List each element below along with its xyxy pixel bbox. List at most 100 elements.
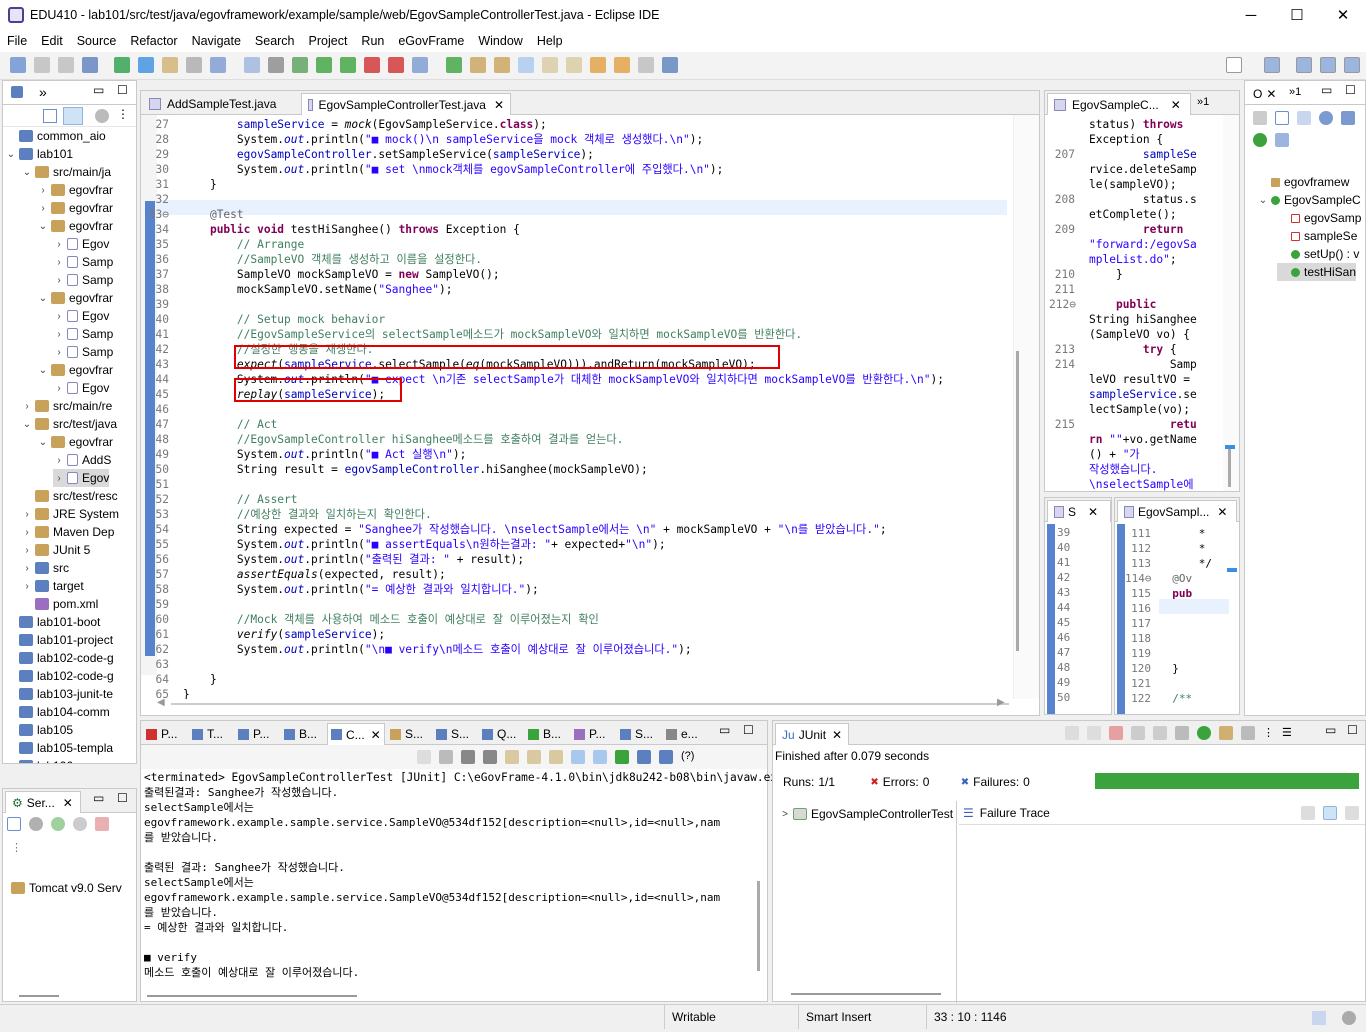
outline-item[interactable]: egovframew: [1257, 173, 1349, 191]
tree-item[interactable]: ⌄ egovfrar: [37, 361, 113, 379]
expand-toggle-icon[interactable]: ›: [53, 275, 65, 286]
outline-item[interactable]: ⌄ EgovSampleC: [1257, 191, 1361, 209]
tree-item[interactable]: › src: [21, 559, 69, 577]
maximize-view-icon[interactable]: ☐: [743, 723, 754, 737]
expand-toggle-icon[interactable]: ›: [21, 509, 33, 520]
console-hscroll[interactable]: [147, 995, 357, 997]
small-code-area-2[interactable]: 111 * 112 * 113 */ 114⊖ @Ov 115 pub 116 117 118…: [1115, 524, 1227, 714]
pin-console-icon[interactable]: [615, 750, 629, 764]
menu-run[interactable]: Run: [354, 34, 391, 48]
console-tab[interactable]: S...: [617, 723, 661, 745]
open-task-icon[interactable]: [210, 57, 226, 73]
new-package-icon[interactable]: [412, 57, 428, 73]
close-icon[interactable]: ✕: [371, 728, 381, 742]
new-icon[interactable]: [10, 57, 26, 73]
expand-toggle-icon[interactable]: ›: [53, 311, 65, 322]
scroll-lock-icon[interactable]: [527, 750, 541, 764]
tab-egov-sample-controller-test[interactable]: EgovSampleControllerTest.java ✕: [301, 93, 511, 115]
filter-stack-icon[interactable]: [1323, 805, 1337, 820]
scroll-thumb[interactable]: [1016, 351, 1019, 651]
server-item[interactable]: Tomcat v9.0 Serv: [9, 879, 122, 897]
open-perspective-icon[interactable]: [1264, 57, 1280, 73]
perspective-egov-icon[interactable]: [1320, 57, 1336, 73]
layout-icon[interactable]: ☰: [1282, 726, 1292, 740]
run-gradle-icon[interactable]: [114, 57, 130, 73]
tree-item[interactable]: › Egov: [53, 469, 110, 487]
expand-toggle-icon[interactable]: ›: [53, 473, 65, 484]
menu-project[interactable]: Project: [302, 34, 355, 48]
minimize-view-icon[interactable]: ▭: [93, 83, 104, 97]
expand-toggle-icon[interactable]: ›: [53, 239, 65, 250]
console-tab[interactable]: P...: [571, 723, 615, 745]
expand-toggle-icon[interactable]: ›: [37, 203, 49, 214]
menu-window[interactable]: Window: [471, 34, 529, 48]
forward-icon[interactable]: [638, 57, 654, 73]
debug-icon[interactable]: [292, 57, 308, 73]
expand-toggle-icon[interactable]: ›: [21, 563, 33, 574]
tab-junit[interactable]: Ju JUnit ✕: [775, 723, 849, 745]
expand-toggle-icon[interactable]: ›: [21, 581, 33, 592]
tree-item[interactable]: ⌄ lab101: [5, 145, 73, 163]
collapse-icon[interactable]: [7, 817, 21, 831]
search-icon[interactable]: [1226, 57, 1242, 73]
scroll-right-icon[interactable]: ▶: [997, 697, 1005, 708]
tree-item[interactable]: › src/main/re: [21, 397, 112, 415]
tree-item[interactable]: › Egov: [53, 307, 109, 325]
small-code-area-1[interactable]: 39 40 41 42 43 44 45 46 47 48 49 50: [1045, 524, 1111, 714]
external-tools-icon[interactable]: [388, 57, 404, 73]
stop-server-icon[interactable]: [95, 817, 109, 831]
minimize-view-icon[interactable]: ▭: [1321, 83, 1332, 97]
perspective-debug-icon[interactable]: [1344, 57, 1360, 73]
help-icon[interactable]: (?): [681, 750, 694, 764]
tree-item[interactable]: › Samp: [53, 325, 113, 343]
close-icon[interactable]: ✕: [1266, 87, 1276, 101]
tree-item[interactable]: › Maven Dep: [21, 523, 114, 541]
show-failures-only-icon[interactable]: [1109, 726, 1123, 740]
expand-toggle-icon[interactable]: ›: [53, 455, 65, 466]
tree-item[interactable]: › AddS: [53, 451, 111, 469]
open-console-icon[interactable]: [82, 57, 98, 73]
run-icon[interactable]: [316, 57, 332, 73]
expand-toggle-icon[interactable]: ›: [21, 527, 33, 538]
tree-item[interactable]: lab101-project: [5, 631, 113, 649]
sort-icon[interactable]: [1297, 111, 1311, 125]
more-tabs-icon[interactable]: »1: [1197, 96, 1209, 108]
expand-toggle-icon[interactable]: ›: [53, 257, 65, 268]
build-icon[interactable]: [162, 57, 178, 73]
filter-icon[interactable]: [95, 109, 109, 123]
maximize-view-icon[interactable]: ☐: [1345, 83, 1356, 97]
menu-file[interactable]: File: [0, 34, 34, 48]
expand-toggle-icon[interactable]: ›: [21, 545, 33, 556]
menu-refactor[interactable]: Refactor: [123, 34, 184, 48]
side-scrollbar[interactable]: [1223, 115, 1239, 491]
tab-small-editor-2[interactable]: EgovSampl... ✕: [1117, 500, 1237, 522]
menu-navigate[interactable]: Navigate: [185, 34, 248, 48]
remove-all-icon[interactable]: [483, 750, 497, 764]
sync-icon[interactable]: [1253, 111, 1267, 125]
console-tab[interactable]: T...: [189, 723, 233, 745]
history-icon[interactable]: [1241, 726, 1255, 740]
back-icon[interactable]: [614, 57, 630, 73]
maximize-view-icon[interactable]: ☐: [1347, 723, 1358, 737]
tree-item[interactable]: › Egov: [53, 379, 109, 397]
menu-egovframe[interactable]: eGovFrame: [391, 34, 471, 48]
code-area[interactable]: 27 sampleService = mock(EgovSampleServic…: [141, 115, 1011, 699]
outline-item[interactable]: setUp() : v: [1277, 245, 1359, 263]
close-icon[interactable]: ✕: [1171, 98, 1181, 112]
terminate-icon[interactable]: [439, 750, 453, 764]
close-icon[interactable]: ✕: [1217, 505, 1227, 519]
expand-toggle-icon[interactable]: ›: [53, 383, 65, 394]
previous-failure-icon[interactable]: [1087, 726, 1101, 740]
maximize-view-icon[interactable]: ☐: [117, 83, 128, 97]
minimize-view-icon[interactable]: ▭: [719, 723, 730, 737]
console-tab[interactable]: C... ✕: [327, 723, 385, 745]
console-tab[interactable]: P...: [235, 723, 279, 745]
console-tab[interactable]: S...: [387, 723, 431, 745]
close-icon[interactable]: ✕: [494, 98, 504, 112]
expand-toggle-icon[interactable]: ›: [21, 401, 33, 412]
next-annotation-icon[interactable]: [542, 57, 558, 73]
horizontal-scrollbar[interactable]: [19, 995, 59, 997]
package-explorer-icon[interactable]: [11, 86, 23, 98]
scroll-left-icon[interactable]: ◀: [157, 697, 165, 708]
hide-local-types-icon[interactable]: [1275, 133, 1289, 147]
